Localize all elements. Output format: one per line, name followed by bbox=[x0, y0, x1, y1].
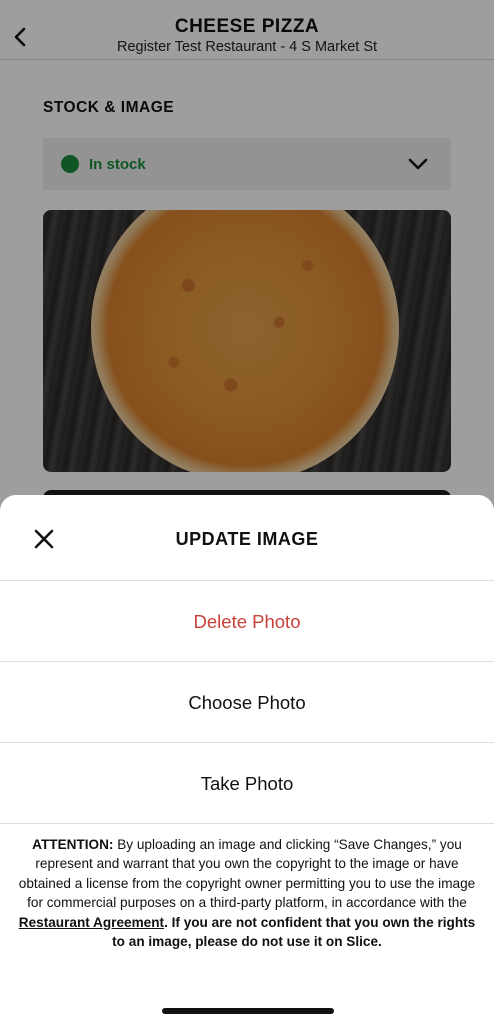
home-indicator bbox=[162, 1008, 334, 1014]
choose-photo-button[interactable]: Choose Photo bbox=[0, 662, 494, 743]
take-photo-button[interactable]: Take Photo bbox=[0, 743, 494, 824]
delete-photo-label: Delete Photo bbox=[193, 611, 301, 632]
choose-photo-label: Choose Photo bbox=[188, 692, 306, 713]
restaurant-agreement-link[interactable]: Restaurant Agreement bbox=[19, 915, 164, 930]
delete-photo-button[interactable]: Delete Photo bbox=[0, 581, 494, 662]
update-image-sheet: UPDATE IMAGE Delete Photo Choose Photo T… bbox=[0, 495, 494, 1024]
copyright-attention-notice: ATTENTION: By uploading an image and cli… bbox=[16, 835, 478, 951]
take-photo-label: Take Photo bbox=[200, 773, 294, 794]
attention-label: ATTENTION: bbox=[32, 837, 114, 852]
sheet-title: UPDATE IMAGE bbox=[175, 529, 319, 549]
attention-warning: . If you are not confident that you own … bbox=[112, 914, 476, 950]
sheet-header: UPDATE IMAGE bbox=[0, 495, 494, 581]
